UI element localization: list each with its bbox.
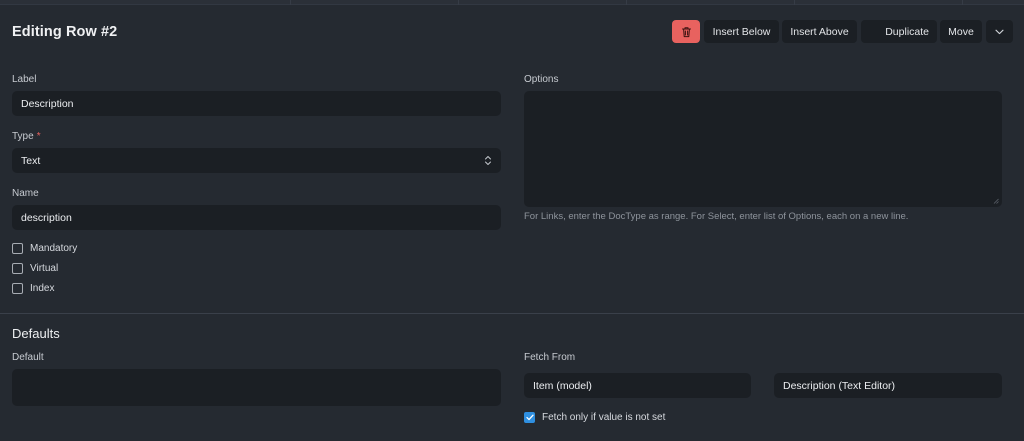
type-select-value: Text — [21, 154, 41, 167]
top-border-tick — [458, 0, 459, 5]
options-help-text: For Links, enter the DocType as range. F… — [524, 211, 909, 222]
name-field-label: Name — [12, 188, 39, 199]
mandatory-checkbox[interactable] — [12, 243, 23, 254]
name-input[interactable]: description — [12, 205, 501, 230]
options-field-label: Options — [524, 74, 559, 85]
defaults-section-title: Defaults — [12, 326, 60, 341]
virtual-checkbox[interactable] — [12, 263, 23, 274]
mandatory-label: Mandatory — [30, 243, 78, 254]
top-border-tick — [794, 0, 795, 5]
checkmark-icon — [525, 414, 534, 421]
virtual-label: Virtual — [30, 263, 59, 274]
label-field-label: Label — [12, 74, 37, 85]
duplicate-button[interactable]: Duplicate — [861, 20, 937, 43]
fetch-if-empty-checkbox[interactable] — [524, 412, 535, 423]
top-border — [0, 0, 1024, 5]
fetch-from-label: Fetch From — [524, 352, 576, 363]
trash-icon — [681, 26, 691, 37]
select-arrows-icon — [485, 156, 491, 165]
fetch-from-field-input[interactable]: Description (Text Editor) — [774, 373, 1002, 398]
chevron-down-icon — [995, 29, 1004, 34]
index-label: Index — [30, 283, 55, 294]
type-field-label: Type * — [12, 131, 41, 142]
top-border-tick — [626, 0, 627, 5]
resize-handle-icon[interactable] — [993, 198, 999, 204]
mandatory-checkbox-row[interactable]: Mandatory — [12, 243, 77, 254]
options-textarea[interactable] — [524, 91, 1002, 207]
fetch-from-model-input[interactable]: Item (model) — [524, 373, 751, 398]
required-indicator: * — [36, 131, 41, 142]
default-input[interactable] — [12, 369, 501, 406]
delete-row-button[interactable] — [672, 20, 700, 43]
fetch-if-empty-label: Fetch only if value is not set — [542, 412, 666, 423]
index-checkbox-row[interactable]: Index — [12, 283, 54, 294]
virtual-checkbox-row[interactable]: Virtual — [12, 263, 58, 274]
section-divider — [0, 313, 1024, 314]
top-border-tick — [290, 0, 291, 5]
type-label-text: Type — [12, 131, 34, 142]
type-select[interactable]: Text — [12, 148, 501, 173]
insert-above-button[interactable]: Insert Above — [782, 20, 857, 43]
page-title: Editing Row #2 — [12, 24, 118, 40]
insert-below-button[interactable]: Insert Below — [704, 20, 779, 43]
label-input[interactable]: Description — [12, 91, 501, 116]
default-field-label: Default — [12, 352, 44, 363]
fetch-if-empty-row[interactable]: Fetch only if value is not set — [524, 412, 665, 423]
move-button[interactable]: Move — [940, 20, 982, 43]
top-border-tick — [962, 0, 963, 5]
index-checkbox[interactable] — [12, 283, 23, 294]
more-actions-button[interactable] — [986, 20, 1013, 43]
